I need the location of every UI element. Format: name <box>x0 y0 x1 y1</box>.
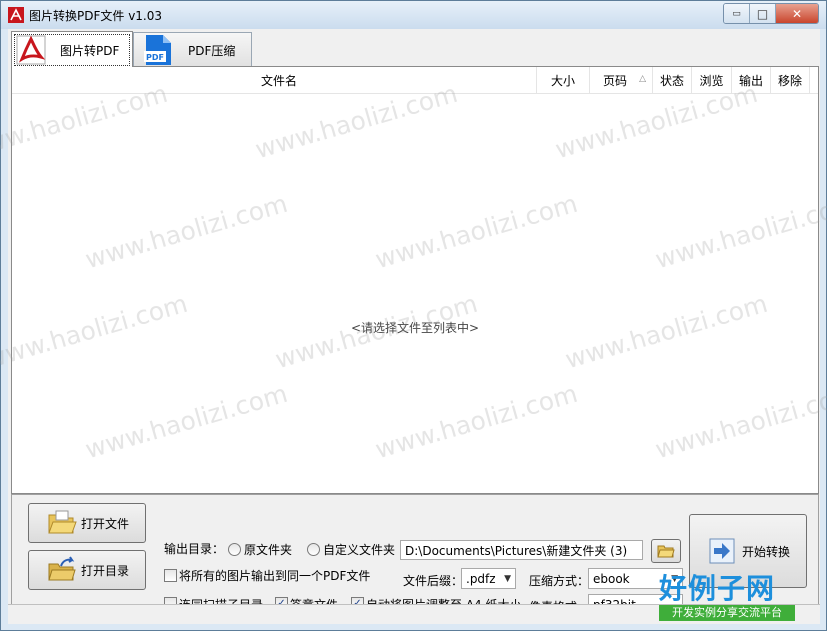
caption-buttons: ▭ □ ✕ <box>723 3 819 24</box>
radio-custom-folder-label[interactable]: 自定义文件夹 <box>323 541 395 558</box>
open-directory-button[interactable]: 打开目录 <box>28 550 146 590</box>
window-title: 图片转换PDF文件 v1.03 <box>29 9 163 23</box>
file-list-view[interactable]: 文件名 大小 页码 △ 状态 浏览 输出 移除 <请选择文件至列表中> www.h… <box>0 66 827 494</box>
tab-image-to-pdf[interactable]: 图片转PDF <box>11 31 133 67</box>
chevron-down-icon: ▼ <box>504 574 511 584</box>
maximize-icon: □ <box>756 6 769 21</box>
file-suffix-select[interactable]: .pdfz ▼ <box>461 568 516 589</box>
minimize-button[interactable]: ▭ <box>724 4 750 23</box>
output-path-field[interactable]: D:\Documents\Pictures\新建文件夹 (3) <box>400 540 643 560</box>
column-status[interactable]: 状态 <box>653 67 692 93</box>
logo-subtitle: 开发实例分享交流平台 <box>659 605 795 621</box>
column-output[interactable]: 输出 <box>732 67 771 93</box>
column-remove[interactable]: 移除 <box>771 67 810 93</box>
watermark-text: www.haolizi.com <box>82 378 291 465</box>
empty-list-hint: <请选择文件至列表中> <box>350 321 480 335</box>
file-suffix-label: 文件后缀： <box>403 574 464 588</box>
radio-original-folder[interactable] <box>228 543 241 556</box>
client-area: 图片转PDF PDF PDF压缩 文件名 大小 页码 △ 状态 浏览 输出 移除 … <box>0 29 827 624</box>
maximize-button[interactable]: □ <box>750 4 776 23</box>
tab-pdf-compress[interactable]: PDF PDF压缩 <box>133 32 252 66</box>
close-button[interactable]: ✕ <box>776 4 818 23</box>
checkbox-merge-all[interactable] <box>164 569 177 582</box>
pdf-acrobat-icon <box>16 35 46 65</box>
pdf-document-icon: PDF <box>144 35 171 65</box>
logo-title: 好例子网 <box>659 572 776 605</box>
open-file-label: 打开文件 <box>81 517 130 531</box>
close-icon: ✕ <box>791 6 803 21</box>
radio-original-folder-label[interactable]: 原文件夹 <box>244 541 292 558</box>
watermark-text: www.haolizi.com <box>372 378 581 465</box>
tab-image-to-pdf-label: 图片转PDF <box>60 44 120 58</box>
checkbox-merge-all-label[interactable]: 将所有的图片输出到同一个PDF文件 <box>179 567 370 584</box>
svg-text:PDF: PDF <box>146 53 164 62</box>
app-window: 图片转换PDF文件 v1.03 ▭ □ ✕ 图片转PDF PDF PDF压缩 文… <box>0 0 827 631</box>
tab-pdf-compress-label: PDF压缩 <box>188 44 236 58</box>
folder-arrow-icon <box>48 556 76 581</box>
radio-custom-folder[interactable] <box>307 543 320 556</box>
title-bar[interactable]: 图片转换PDF文件 v1.03 ▭ □ ✕ <box>1 1 826 29</box>
watermark-text: www.haolizi.com <box>652 378 827 465</box>
open-directory-label: 打开目录 <box>81 564 130 578</box>
watermark-text: www.haolizi.com <box>652 188 827 275</box>
column-size[interactable]: 大小 <box>537 67 590 93</box>
output-dir-label: 输出目录： <box>164 542 225 556</box>
open-file-button[interactable]: 打开文件 <box>28 503 146 543</box>
minimize-icon: ▭ <box>732 8 741 19</box>
arrow-right-icon <box>709 538 735 564</box>
sort-ascending-icon: △ <box>639 74 646 84</box>
site-logo: 好例子网 开发实例分享交流平台 <box>657 567 797 625</box>
folder-open-icon <box>48 510 77 534</box>
app-pdf-icon <box>8 7 24 23</box>
list-header: 文件名 大小 页码 △ 状态 浏览 输出 移除 <box>12 67 818 94</box>
column-page[interactable]: 页码 △ <box>590 67 653 93</box>
column-browse[interactable]: 浏览 <box>692 67 732 93</box>
watermark-text: www.haolizi.com <box>372 188 581 275</box>
start-convert-label: 开始转换 <box>742 545 791 559</box>
compress-mode-label: 压缩方式： <box>529 574 590 588</box>
folder-icon <box>657 545 675 558</box>
watermark-text: www.haolizi.com <box>82 188 291 275</box>
browse-folder-button[interactable] <box>651 539 681 563</box>
column-filename[interactable]: 文件名 <box>22 67 537 93</box>
